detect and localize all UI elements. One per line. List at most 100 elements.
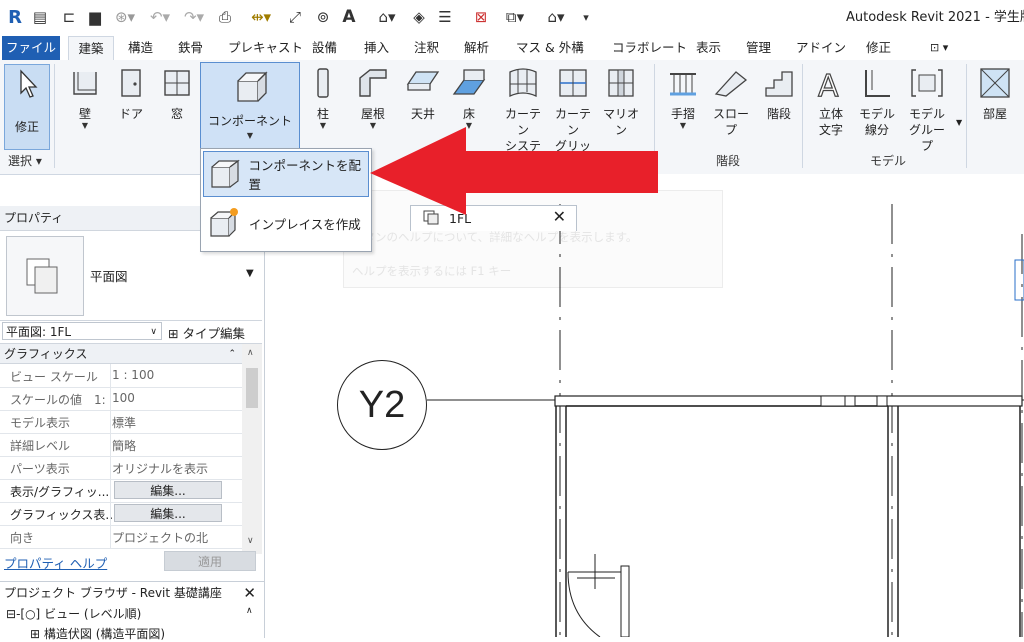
ribbon-minimize-icon[interactable]: ⊡ ▾ (930, 36, 948, 60)
open-folder-icon[interactable]: ⊏ (58, 6, 80, 28)
room-button[interactable]: 部屋 (972, 66, 1018, 154)
ceiling-label: 天井 (410, 107, 435, 121)
collapse-icon[interactable]: ⊟ (6, 607, 16, 621)
sync-icon[interactable]: ⊛▾ (110, 6, 140, 28)
create-inplace-icon (210, 208, 238, 237)
ramp-icon (714, 66, 748, 100)
railing-button[interactable]: 手摺 ▼ (660, 66, 706, 154)
properties-palette: プロパティ 平面図 ▼ 平面図: 1FL ∨ ⊞ タイプ編集 グラフィックス ⌃… (0, 206, 265, 581)
door-leaf (620, 565, 630, 637)
tree-item-views[interactable]: ⊟-[○] ビュー (レベル順) (6, 605, 141, 622)
separator (54, 64, 55, 168)
scroll-up-icon[interactable]: ∧ (247, 348, 254, 358)
apply-button[interactable]: 適用 (164, 551, 256, 571)
property-value[interactable]: 標準 (112, 414, 136, 431)
edit-type-button[interactable]: ⊞ タイプ編集 (168, 323, 245, 342)
component-label: コンポーネント (207, 114, 292, 128)
property-row: 詳細レベル 簡略 (0, 433, 242, 457)
vg-overrides-edit-button[interactable]: 編集... (114, 481, 222, 499)
expand-icon[interactable]: ⊞ (30, 627, 40, 641)
floor-label: 床 (462, 107, 475, 121)
modify-label: 修正 (14, 120, 39, 134)
model-line-button[interactable]: モデル 線分 (854, 66, 900, 154)
component-button[interactable]: コンポーネント ▼ (200, 62, 300, 152)
measure-icon[interactable]: ⇹▾ (244, 6, 278, 28)
tab-massing[interactable]: マス & 外構 (516, 36, 584, 60)
tab-steel[interactable]: 鉄骨 (178, 36, 203, 60)
tag-icon[interactable]: ⊚ (312, 6, 334, 28)
properties-help-link[interactable]: プロパティ ヘルプ (4, 553, 107, 572)
instance-filter-value: 平面図: 1FL (6, 325, 72, 339)
chevron-down-icon[interactable]: ▼ (246, 268, 254, 279)
separator (110, 456, 111, 479)
property-row: 向き プロジェクトの北 (0, 525, 242, 549)
model-group-label: モデル グループ (908, 107, 945, 153)
thin-lines-icon[interactable]: ☰ (434, 6, 456, 28)
properties-scrollbar[interactable]: ∧ ∨ (242, 344, 262, 554)
switch-windows-icon[interactable]: ⧉▾ (498, 6, 532, 28)
close-icon[interactable]: ✕ (243, 582, 256, 604)
model-text-button[interactable]: A 立体 文字 (808, 66, 854, 154)
tab-precast[interactable]: プレキャスト (228, 36, 303, 60)
tab-addins[interactable]: アドイン (796, 36, 846, 60)
model-group-button[interactable]: モデル グループ (904, 66, 950, 154)
tree-item-structural-plans[interactable]: ⊞ 構造伏図 (構造平面図) (30, 625, 165, 642)
circulation-panel-title: 階段 (716, 154, 741, 168)
edit-type-icon: ⊞ (168, 326, 179, 341)
dimension-icon[interactable]: ⤢ (284, 6, 306, 28)
roof-icon (356, 66, 390, 100)
column-button[interactable]: 柱 ▼ (300, 66, 346, 154)
user-icon[interactable]: ⌂▾ (540, 6, 572, 28)
customize-icon[interactable]: ▾ (578, 6, 594, 28)
undo-icon[interactable]: ↶▾ (146, 6, 174, 28)
tab-file[interactable]: ファイル (2, 36, 60, 60)
grid-bubble-y2[interactable]: Y2 (337, 360, 427, 450)
tab-collaborate[interactable]: コラボレート (612, 36, 687, 60)
select-panel-title[interactable]: 選択 ▾ (8, 152, 42, 169)
tab-architecture[interactable]: 建築 (68, 36, 114, 61)
3d-view-icon[interactable]: ⌂▾ (370, 6, 404, 28)
stair-button[interactable]: 階段 (756, 66, 802, 154)
chevron-down-icon: ▼ (679, 121, 687, 130)
property-value[interactable]: 簡略 (112, 437, 136, 454)
home-icon[interactable]: ▤ (30, 6, 50, 28)
scroll-down-icon[interactable]: ∨ (247, 536, 254, 546)
railing-label: 手摺 (670, 107, 695, 121)
column-label: 柱 (316, 107, 329, 121)
text-icon[interactable]: A (338, 6, 360, 28)
create-inplace-item[interactable]: インプレイスを作成 (203, 201, 367, 245)
graphic-display-edit-button[interactable]: 編集... (114, 504, 222, 522)
redo-icon[interactable]: ↷▾ (180, 6, 208, 28)
tab-structure[interactable]: 構造 (128, 36, 153, 60)
property-value[interactable]: オリジナルを表示 (112, 460, 208, 477)
modify-button[interactable]: 修正 (4, 64, 50, 150)
save-icon[interactable]: ▆ (84, 6, 106, 28)
window-button[interactable]: 窓 (154, 66, 200, 154)
tab-analyze[interactable]: 解析 (464, 36, 489, 60)
tab-manage[interactable]: 管理 (746, 36, 771, 60)
section-icon[interactable]: ◈ (408, 6, 430, 28)
tab-annotate[interactable]: 注釈 (414, 36, 439, 60)
tab-modify[interactable]: 修正 (866, 36, 891, 60)
tab-systems[interactable]: 設備 (312, 36, 337, 60)
print-icon[interactable]: ⎙ (214, 6, 236, 28)
place-component-item[interactable]: コンポーネントを配置 (203, 151, 369, 197)
type-name: 平面図 (90, 269, 128, 284)
property-value[interactable]: 100 (112, 391, 135, 405)
scroll-thumb[interactable] (246, 368, 258, 408)
tab-view[interactable]: 表示 (696, 36, 721, 60)
graphics-group-header[interactable]: グラフィックス ⌃ (0, 344, 242, 364)
wall-button[interactable]: 壁 ▼ (62, 66, 108, 154)
instance-filter-combo[interactable]: 平面図: 1FL ∨ (2, 322, 162, 340)
browser-scroll-up-icon[interactable]: ∧ (246, 606, 253, 616)
ramp-button[interactable]: スロープ (708, 66, 754, 154)
model-text-label: 立体 文字 (818, 107, 843, 137)
close-hidden-icon[interactable]: ⊠ (470, 6, 492, 28)
property-value[interactable]: プロジェクトの北 (112, 529, 208, 546)
door-button[interactable]: ドア (108, 66, 154, 154)
tab-insert[interactable]: 挿入 (364, 36, 389, 60)
chevron-down-icon[interactable]: ▼ (956, 118, 962, 127)
revit-logo-icon[interactable]: R (6, 6, 24, 28)
property-value[interactable]: 1 : 100 (112, 368, 154, 382)
collapse-icon: ⌃ (228, 349, 236, 359)
